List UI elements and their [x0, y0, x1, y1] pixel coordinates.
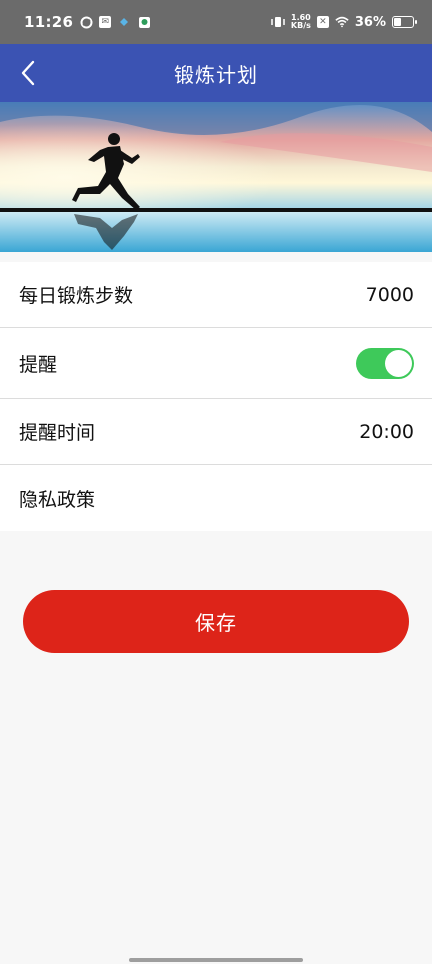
no-sim-icon: ✕ — [316, 16, 329, 28]
reminder-time-row[interactable]: 提醒时间 20:00 — [0, 399, 432, 465]
privacy-policy-row[interactable]: 隐私政策 — [0, 465, 432, 531]
network-speed: 1.60 KB/s — [291, 14, 311, 30]
daily-steps-value: 7000 — [365, 283, 414, 306]
status-bar: 11:26 ✉ 1.60 KB/s ✕ 36% — [0, 0, 432, 44]
status-time: 11:26 — [24, 13, 74, 31]
battery-icon — [392, 16, 417, 28]
settings-list: 每日锻炼步数 7000 提醒 提醒时间 20:00 隐私政策 — [0, 262, 432, 531]
chevron-left-icon — [21, 60, 35, 86]
mail-icon: ✉ — [99, 16, 112, 28]
reminder-label: 提醒 — [19, 353, 58, 376]
back-button[interactable] — [14, 56, 44, 90]
status-right: 1.60 KB/s ✕ 36% — [271, 14, 417, 30]
home-indicator — [129, 958, 303, 962]
app-bar: 锻炼计划 — [0, 44, 432, 102]
reminder-time-value: 20:00 — [359, 420, 414, 443]
status-left: 11:26 ✉ — [24, 13, 151, 31]
privacy-policy-label: 隐私政策 — [19, 488, 96, 511]
page-title: 锻炼计划 — [174, 62, 258, 87]
battery-level — [394, 18, 402, 26]
wifi-icon — [335, 15, 349, 29]
reminder-toggle[interactable] — [356, 347, 414, 379]
daily-steps-row[interactable]: 每日锻炼步数 7000 — [0, 262, 432, 328]
battery-percent: 36% — [354, 14, 386, 30]
daily-steps-label: 每日锻炼步数 — [19, 285, 134, 307]
runner-banner-illustration — [0, 102, 432, 252]
app-notification-icon-2 — [137, 15, 151, 29]
vibrate-icon — [271, 15, 285, 29]
net-speed-unit: KB/s — [290, 21, 311, 30]
reminder-row: 提醒 — [0, 328, 432, 399]
banner-image — [0, 102, 432, 252]
app-notification-icon — [117, 15, 131, 29]
sync-icon — [79, 15, 93, 29]
save-button[interactable]: 保存 — [23, 590, 409, 653]
toggle-knob — [385, 349, 412, 377]
reminder-time-label: 提醒时间 — [19, 422, 96, 444]
